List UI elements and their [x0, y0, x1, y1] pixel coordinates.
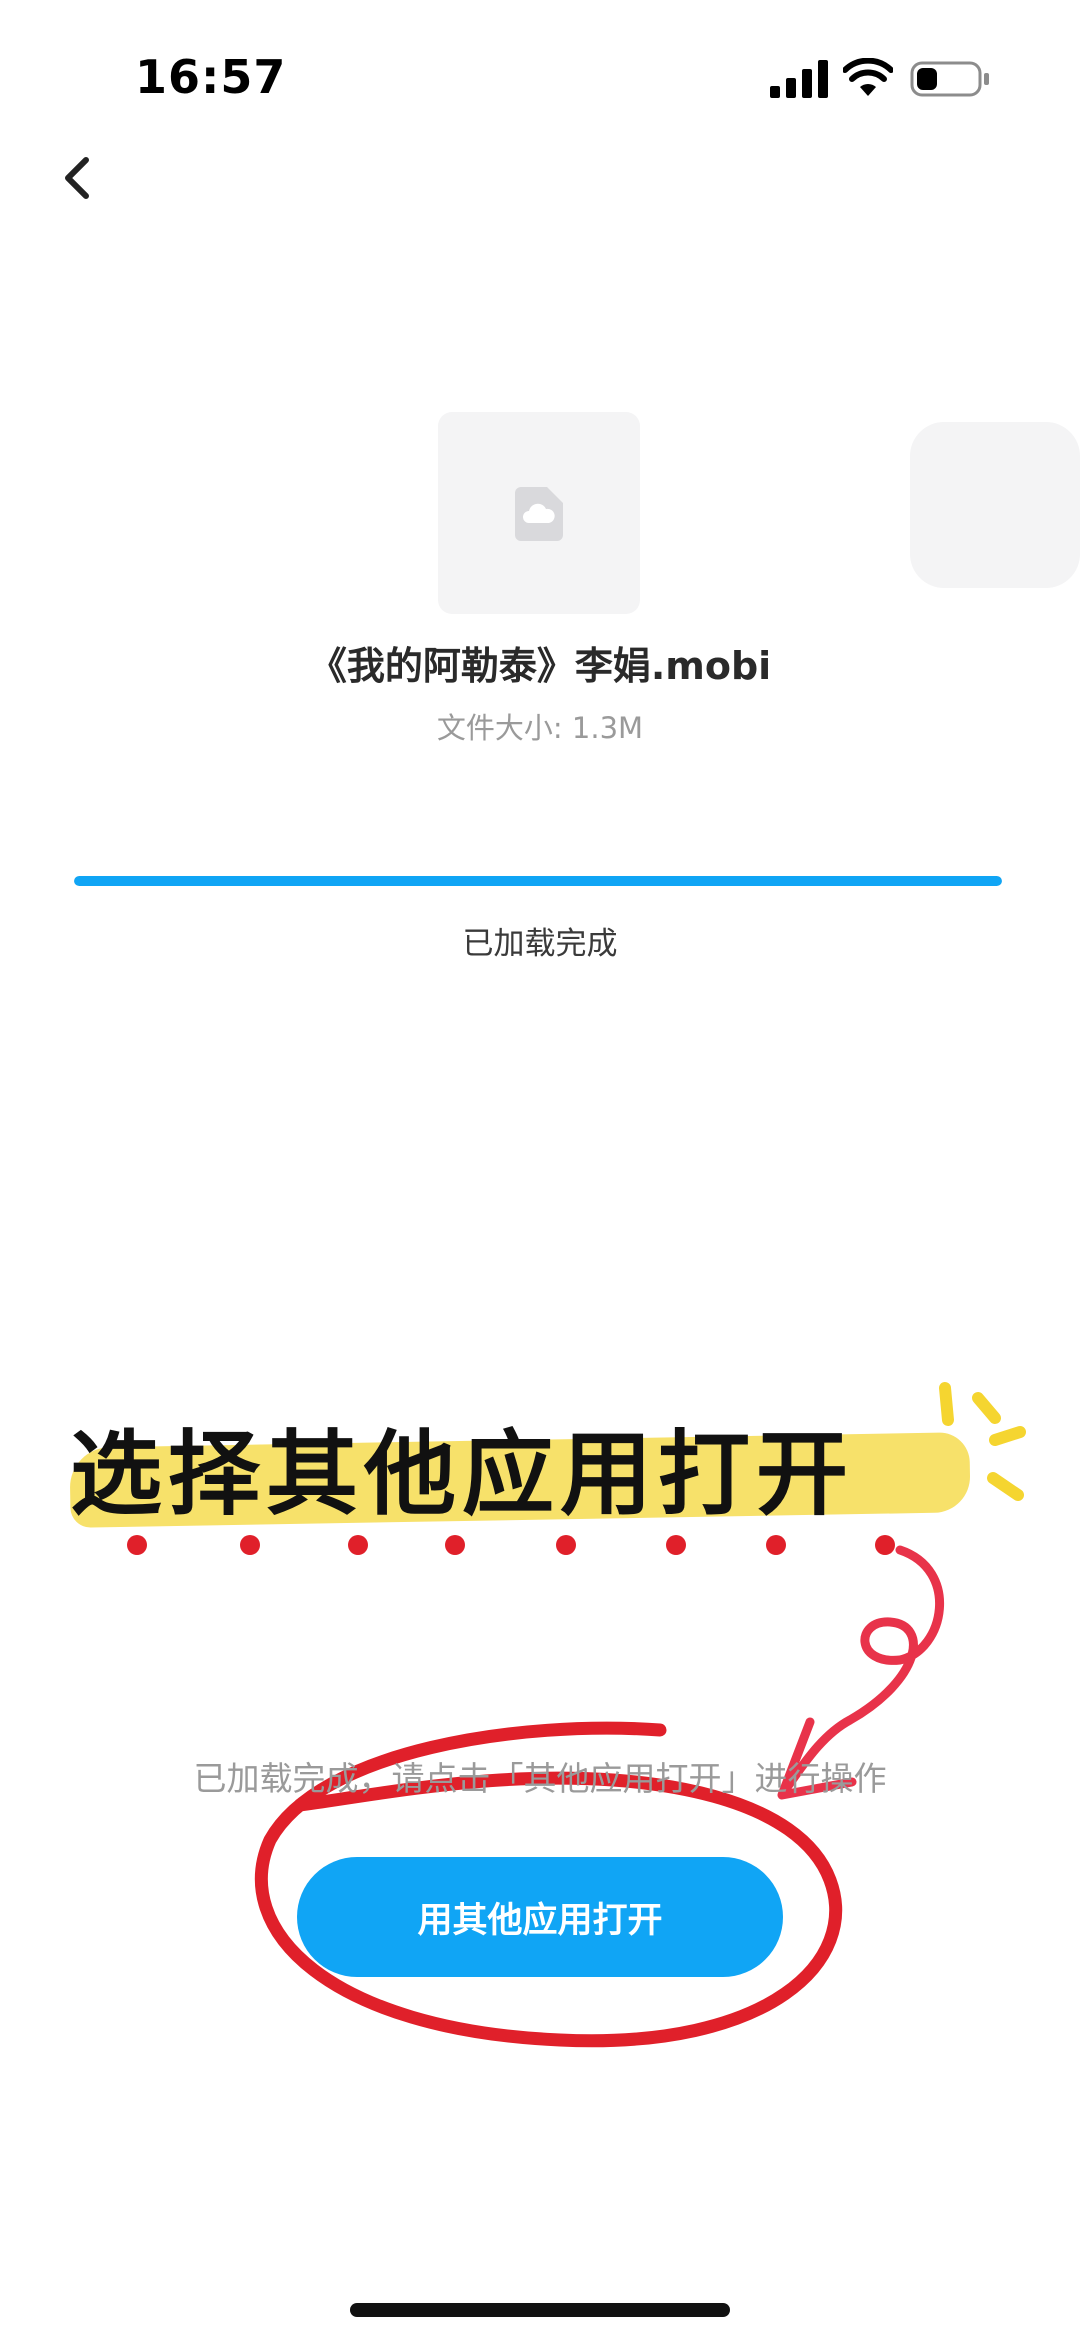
file-size-label: 文件大小:: [436, 711, 572, 745]
progress-bar: [74, 876, 1002, 886]
file-size-value: 1.3M: [571, 711, 644, 745]
side-preview-card: [910, 422, 1080, 588]
hint-text: 已加载完成，请点击「其他应用打开」进行操作: [193, 1759, 887, 1798]
open-with-other-app-button[interactable]: 用其他应用打开: [297, 1857, 783, 1977]
chevron-left-icon: [65, 157, 89, 199]
back-button[interactable]: [52, 148, 112, 208]
dots-mark: [127, 1535, 895, 1555]
signal-icon: [770, 60, 828, 98]
home-indicator[interactable]: [350, 2303, 730, 2317]
progress-label: 已加载完成: [462, 926, 618, 962]
wifi-icon: [843, 58, 893, 96]
sparkle-mark: [939, 1382, 1026, 1501]
status-bar: 16:57: [0, 0, 1080, 140]
status-time: 16:57: [135, 50, 287, 104]
file-size: 文件大小: 1.3M: [0, 705, 1080, 747]
file-name: 《我的阿勒泰》李娟.mobi: [308, 644, 772, 688]
progress-fill: [74, 876, 1002, 886]
file-cloud-icon: [515, 487, 563, 541]
battery-icon: [910, 61, 989, 97]
